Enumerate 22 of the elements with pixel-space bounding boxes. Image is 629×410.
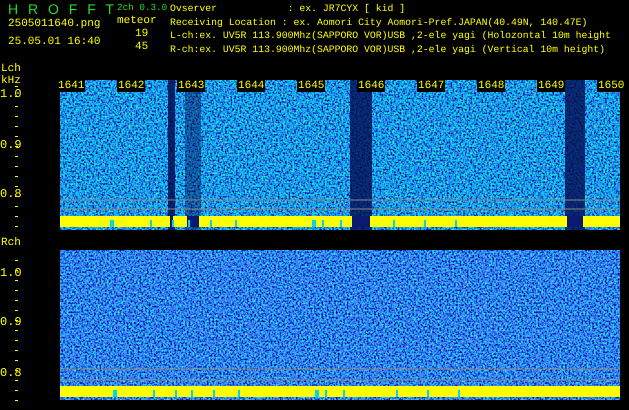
axis-label: 0.8 xyxy=(0,366,22,380)
time-label: 1646 xyxy=(357,80,386,92)
time-label: 1643 xyxy=(177,80,206,92)
info-line: Ovserver : ex. JR7CYX [ kid ] xyxy=(170,2,406,16)
info-line: Receiving Location : ex. Aomori City Aomori-Pref.JAPAN(40.49N, 140.47E) xyxy=(170,16,588,29)
axis-label: 0.9 xyxy=(0,138,22,152)
app-title: H R O F F T xyxy=(8,2,117,17)
meteor-count: 19 xyxy=(135,28,148,41)
file-name: 2505011640.png xyxy=(8,17,102,31)
version-label: 2ch 0.3.0 xyxy=(117,2,168,14)
axis-label: 0.8 xyxy=(0,187,22,201)
timestamp: 25.05.01 16:40 xyxy=(8,35,102,49)
info-line: L-ch:ex. UV5R 113.900Mhz(SAPPORO VOR)USB ,2-ele yagi (Holozontal 10m height xyxy=(170,29,611,42)
unit-label: kHz xyxy=(1,74,21,88)
axis-label: 1.0 xyxy=(0,87,22,101)
meteor-count: 45 xyxy=(135,41,148,54)
channel-label: Lch xyxy=(1,62,21,75)
channel-label: Rch xyxy=(1,236,21,250)
meteor-label: meteor xyxy=(117,14,157,28)
axis-label: 0.9 xyxy=(0,315,22,329)
axis-label: 1.0 xyxy=(0,266,22,280)
info-line: R-ch:ex. UV5R 113.900Mhz(SAPPORO VOR)USB ,2-ele yagi (Vertical 10m height) xyxy=(170,42,606,56)
